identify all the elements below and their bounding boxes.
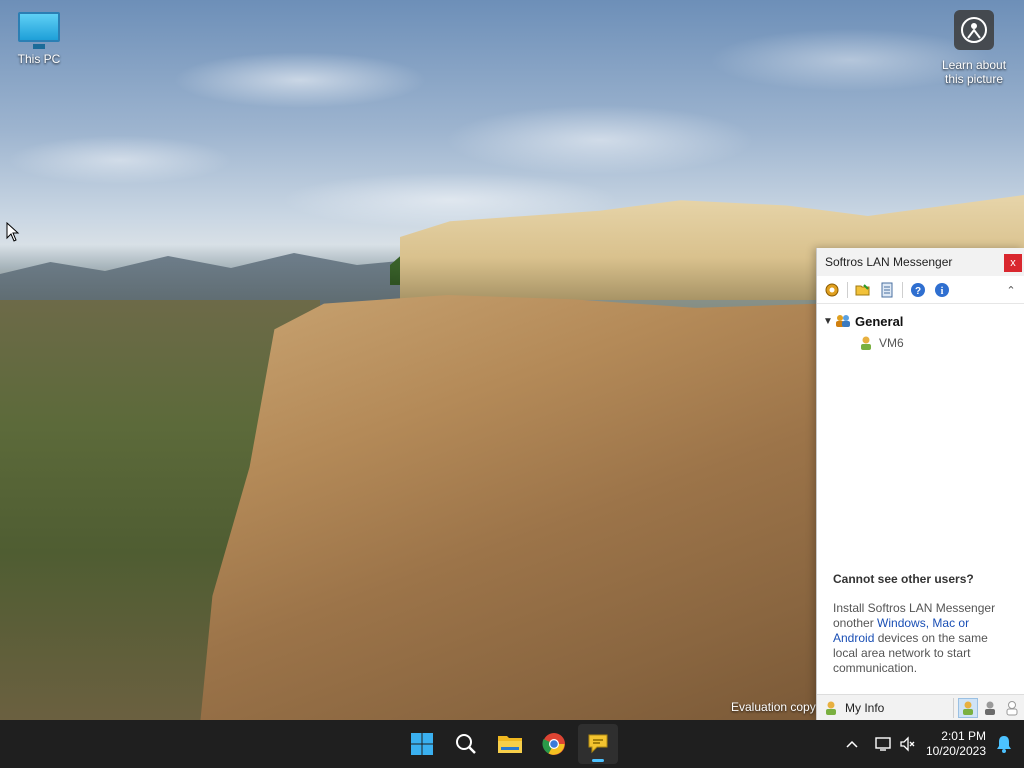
user-row-vm6[interactable]: VM6	[823, 332, 1024, 354]
help-heading: Cannot see other users?	[833, 572, 974, 586]
clock-time: 2:01 PM	[941, 729, 986, 743]
taskbar: 2:01 PM 10/20/2023	[0, 720, 1024, 768]
info-icon[interactable]: i	[931, 279, 953, 301]
evaluation-watermark: Evaluation copy	[731, 700, 816, 714]
mouse-cursor-icon	[6, 221, 20, 245]
learn-about-picture-shortcut[interactable]: Learn about this picture	[932, 10, 1016, 86]
this-pc-shortcut[interactable]: This PC	[10, 10, 68, 66]
system-tray: 2:01 PM 10/20/2023	[840, 720, 1024, 768]
chrome-icon[interactable]	[534, 724, 574, 764]
messenger-window[interactable]: Softros LAN Messenger x ? i ⌃ ▼ General …	[816, 248, 1024, 720]
search-icon[interactable]	[446, 724, 486, 764]
help-panel: Cannot see other users? Install Softros …	[833, 572, 1013, 676]
my-info-button[interactable]: My Info	[817, 697, 884, 719]
wallpaper-cliff	[200, 295, 820, 720]
learn-about-picture-label: Learn about this picture	[941, 58, 1007, 86]
group-icon	[836, 315, 850, 327]
messenger-toolbar: ? i ⌃	[817, 276, 1024, 304]
toolbar-separator	[902, 281, 903, 298]
close-button[interactable]: x	[1004, 254, 1022, 272]
messenger-statusbar: My Info	[817, 694, 1024, 720]
chevron-up-icon[interactable]	[840, 732, 864, 756]
status-selector	[953, 697, 1024, 718]
clock-date: 10/20/2023	[925, 744, 986, 758]
message-log-icon[interactable]	[876, 279, 898, 301]
start-icon[interactable]	[402, 724, 442, 764]
notification-bell-icon[interactable]	[992, 732, 1016, 756]
toolbar-separator	[847, 281, 848, 298]
taskbar-apps	[402, 724, 618, 764]
open-folder-icon[interactable]	[852, 279, 874, 301]
user-online-icon	[861, 336, 871, 350]
status-away-icon[interactable]	[980, 698, 1000, 718]
learn-about-picture-icon	[954, 10, 994, 50]
group-row-general[interactable]: ▼ General	[823, 310, 1024, 332]
network-icon[interactable]	[872, 732, 896, 756]
monitor-icon	[18, 12, 60, 49]
status-available-icon[interactable]	[958, 697, 978, 718]
group-name: General	[855, 313, 904, 329]
my-info-icon	[826, 701, 836, 715]
this-pc-label: This PC	[17, 52, 61, 66]
my-info-label: My Info	[845, 700, 885, 715]
svg-text:i: i	[941, 286, 944, 297]
messenger-titlebar[interactable]: Softros LAN Messenger x	[817, 248, 1024, 276]
chevron-up-icon[interactable]: ⌃	[1002, 279, 1020, 301]
user-name: VM6	[879, 336, 904, 350]
volume-muted-icon[interactable]	[896, 732, 920, 756]
clock[interactable]: 2:01 PM 10/20/2023	[920, 729, 992, 759]
help-text: Install Softros LAN Messenger onother Wi…	[833, 601, 1013, 676]
softros-messenger-icon[interactable]	[578, 724, 618, 764]
file-explorer-icon[interactable]	[490, 724, 530, 764]
window-title: Softros LAN Messenger	[825, 255, 953, 269]
contact-tree: ▼ General VM6	[817, 304, 1024, 354]
chevron-down-icon[interactable]: ▼	[823, 316, 835, 327]
svg-text:?: ?	[915, 286, 921, 297]
settings-icon[interactable]	[821, 279, 843, 301]
status-offline-icon[interactable]	[1002, 698, 1022, 718]
help-icon[interactable]: ?	[907, 279, 929, 301]
